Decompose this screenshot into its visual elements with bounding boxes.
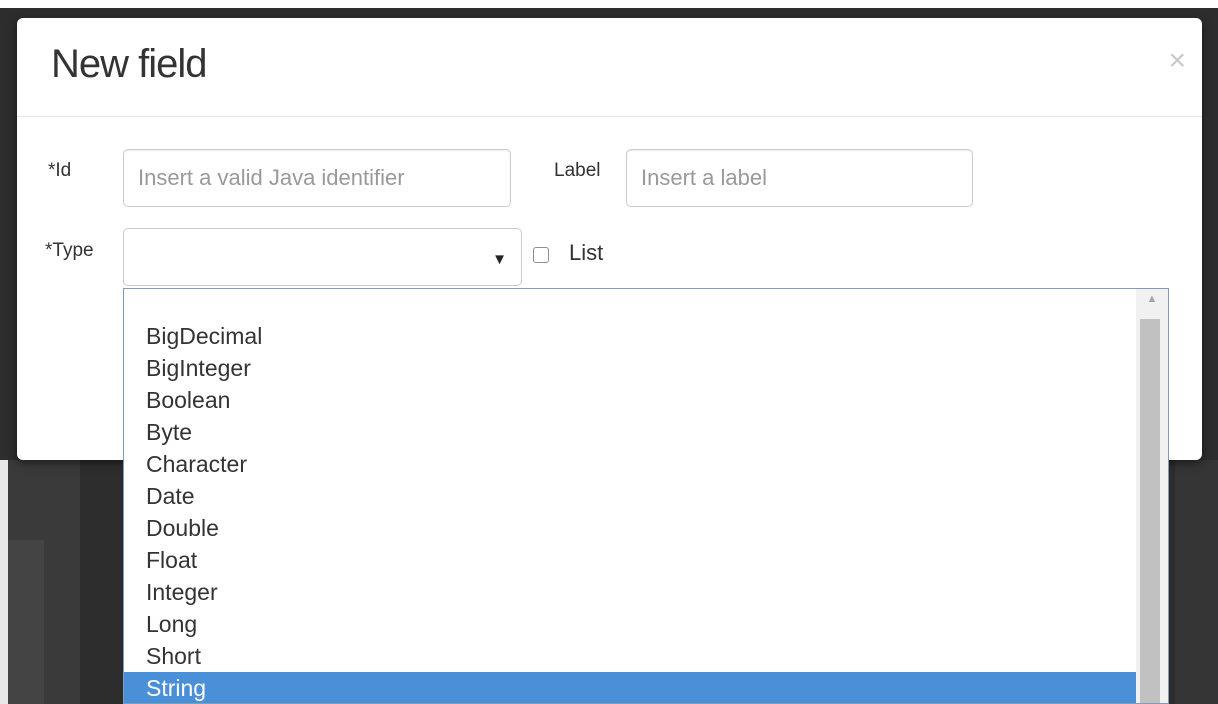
chevron-down-icon: ▼ [492,251,507,268]
label-input[interactable] [626,149,973,207]
dropdown-option[interactable]: Double [124,512,1137,544]
dropdown-option[interactable]: String [124,672,1137,703]
dropdown-option[interactable]: Short [124,640,1137,672]
dropdown-scrollbar[interactable]: ▲ [1136,289,1168,703]
dropdown-option[interactable]: Character [124,448,1137,480]
dropdown-option[interactable]: Byte [124,416,1137,448]
label-label: Label [554,160,601,181]
id-input[interactable] [123,149,511,207]
dropdown-option[interactable]: Long [124,608,1137,640]
dropdown-option[interactable]: BigInteger [124,352,1137,384]
type-dropdown-list[interactable]: BigDecimal BigInteger Boolean Byte Character… [123,288,1169,704]
scroll-up-arrow-icon[interactable]: ▲ [1136,293,1168,313]
list-checkbox-label[interactable]: List [569,240,603,266]
background-page-header [0,0,1218,8]
dropdown-options: BigDecimal BigInteger Boolean Byte Character… [124,320,1137,703]
dropdown-option[interactable]: Boolean [124,384,1137,416]
background-right-strip [1175,460,1218,704]
type-select[interactable]: ▼ [123,228,522,286]
dropdown-option[interactable]: Float [124,544,1137,576]
close-icon[interactable]: × [1168,46,1186,76]
scroll-thumb[interactable] [1140,319,1160,703]
list-checkbox[interactable] [533,247,549,263]
dropdown-option[interactable]: Integer [124,576,1137,608]
dropdown-option[interactable]: Date [124,480,1137,512]
background-panel-inner [8,540,44,704]
modal-header: New field × [17,18,1202,117]
type-label: *Type [45,240,94,261]
modal-title: New field [51,42,208,86]
id-label: *Id [48,160,72,181]
background-left-strip [0,460,8,704]
dropdown-option[interactable]: BigDecimal [124,320,1137,352]
